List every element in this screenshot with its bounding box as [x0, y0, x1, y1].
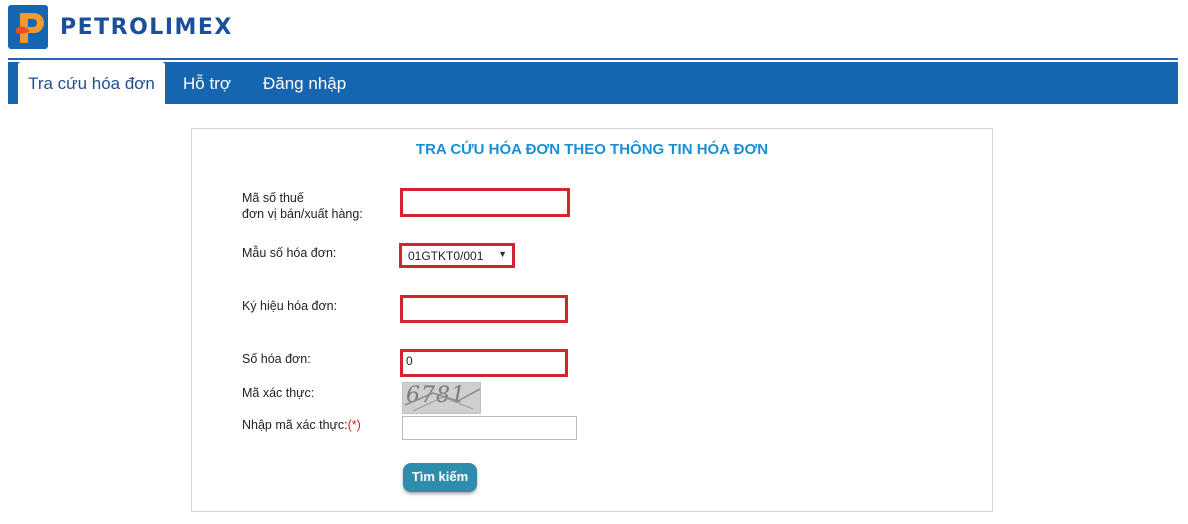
invoice-number-input[interactable]: 0 [400, 349, 568, 377]
form-title: TRA CỨU HÓA ĐƠN THEO THÔNG TIN HÓA ĐƠN [415, 141, 769, 158]
petrolimex-logo-icon [8, 5, 48, 49]
nav-tab-support[interactable]: Hỗ trợ [183, 62, 231, 104]
nav-tab-invoice-lookup[interactable]: Tra cứu hóa đơn [18, 62, 165, 104]
captcha-input-label: Nhập mã xác thực:(*) [242, 417, 361, 433]
dropdown-arrow-icon: ▼ [498, 249, 507, 259]
captcha-input-label-text: Nhập mã xác thực: [242, 418, 348, 432]
header-divider [8, 58, 1178, 60]
brand-logo: PETROLIMEX [8, 4, 233, 50]
tax-code-label: Mã số thuế đơn vị bán/xuất hàng: [242, 190, 363, 222]
captcha-image: 6781 [402, 382, 481, 414]
invoice-template-select[interactable]: 01GTKT0/001 ▼ [399, 243, 515, 268]
invoice-lookup-panel: TRA CỨU HÓA ĐƠN THEO THÔNG TIN HÓA ĐƠN M… [191, 128, 993, 512]
required-mark: (*) [347, 418, 361, 432]
invoice-symbol-input[interactable] [400, 295, 568, 323]
invoice-symbol-label: Ký hiệu hóa đơn: [242, 299, 338, 313]
invoice-number-value: 0 [406, 354, 413, 368]
invoice-template-label: Mẫu số hóa đơn: [242, 246, 337, 260]
nav-tab-login[interactable]: Đăng nhập [263, 62, 346, 104]
invoice-template-selected: 01GTKT0/001 [408, 249, 484, 263]
captcha-input[interactable] [402, 416, 577, 440]
brand-name: PETROLIMEX [60, 14, 233, 40]
search-button[interactable]: Tìm kiếm [403, 463, 477, 492]
tax-code-label-line1: Mã số thuế [242, 191, 304, 205]
main-navbar: Tra cứu hóa đơn Hỗ trợ Đăng nhập [8, 62, 1178, 104]
tax-code-input[interactable] [400, 188, 570, 217]
captcha-label: Mã xác thực: [242, 386, 315, 400]
tax-code-label-line2: đơn vị bán/xuất hàng: [242, 207, 363, 221]
invoice-number-label: Số hóa đơn: [242, 352, 311, 366]
